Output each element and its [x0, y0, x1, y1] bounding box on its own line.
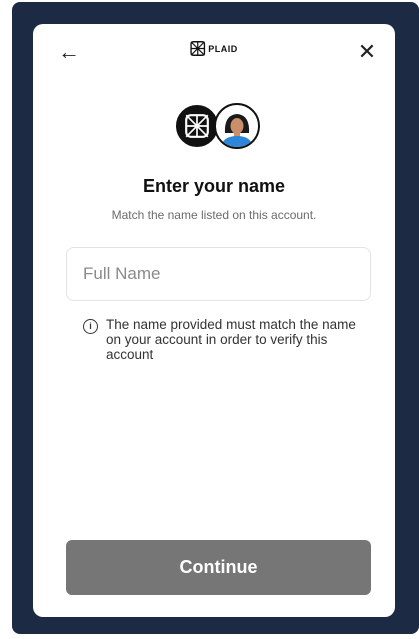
name-hint: i The name provided must match the name … — [83, 317, 373, 362]
info-icon: i — [83, 319, 98, 334]
continue-button[interactable]: Continue — [66, 540, 371, 595]
brand-name: PLAID — [208, 43, 238, 54]
user-avatar — [214, 103, 260, 149]
back-arrow-icon[interactable]: ← — [55, 38, 83, 66]
avatar-group — [174, 100, 264, 150]
page-title: Enter your name — [142, 176, 286, 196]
full-name-input[interactable] — [66, 247, 371, 301]
plaid-link-modal: ← PLAID ✕ Enter your name Match the name… — [33, 24, 395, 617]
plaid-mark-icon — [190, 41, 206, 56]
hint-text: The name provided must match the name on… — [106, 317, 356, 362]
close-icon[interactable]: ✕ — [353, 38, 381, 66]
plaid-mark-icon — [185, 114, 209, 138]
person-icon — [221, 114, 253, 147]
page-subtitle: Match the name listed on this account. — [111, 208, 317, 222]
plaid-logo: PLAID — [190, 41, 238, 56]
